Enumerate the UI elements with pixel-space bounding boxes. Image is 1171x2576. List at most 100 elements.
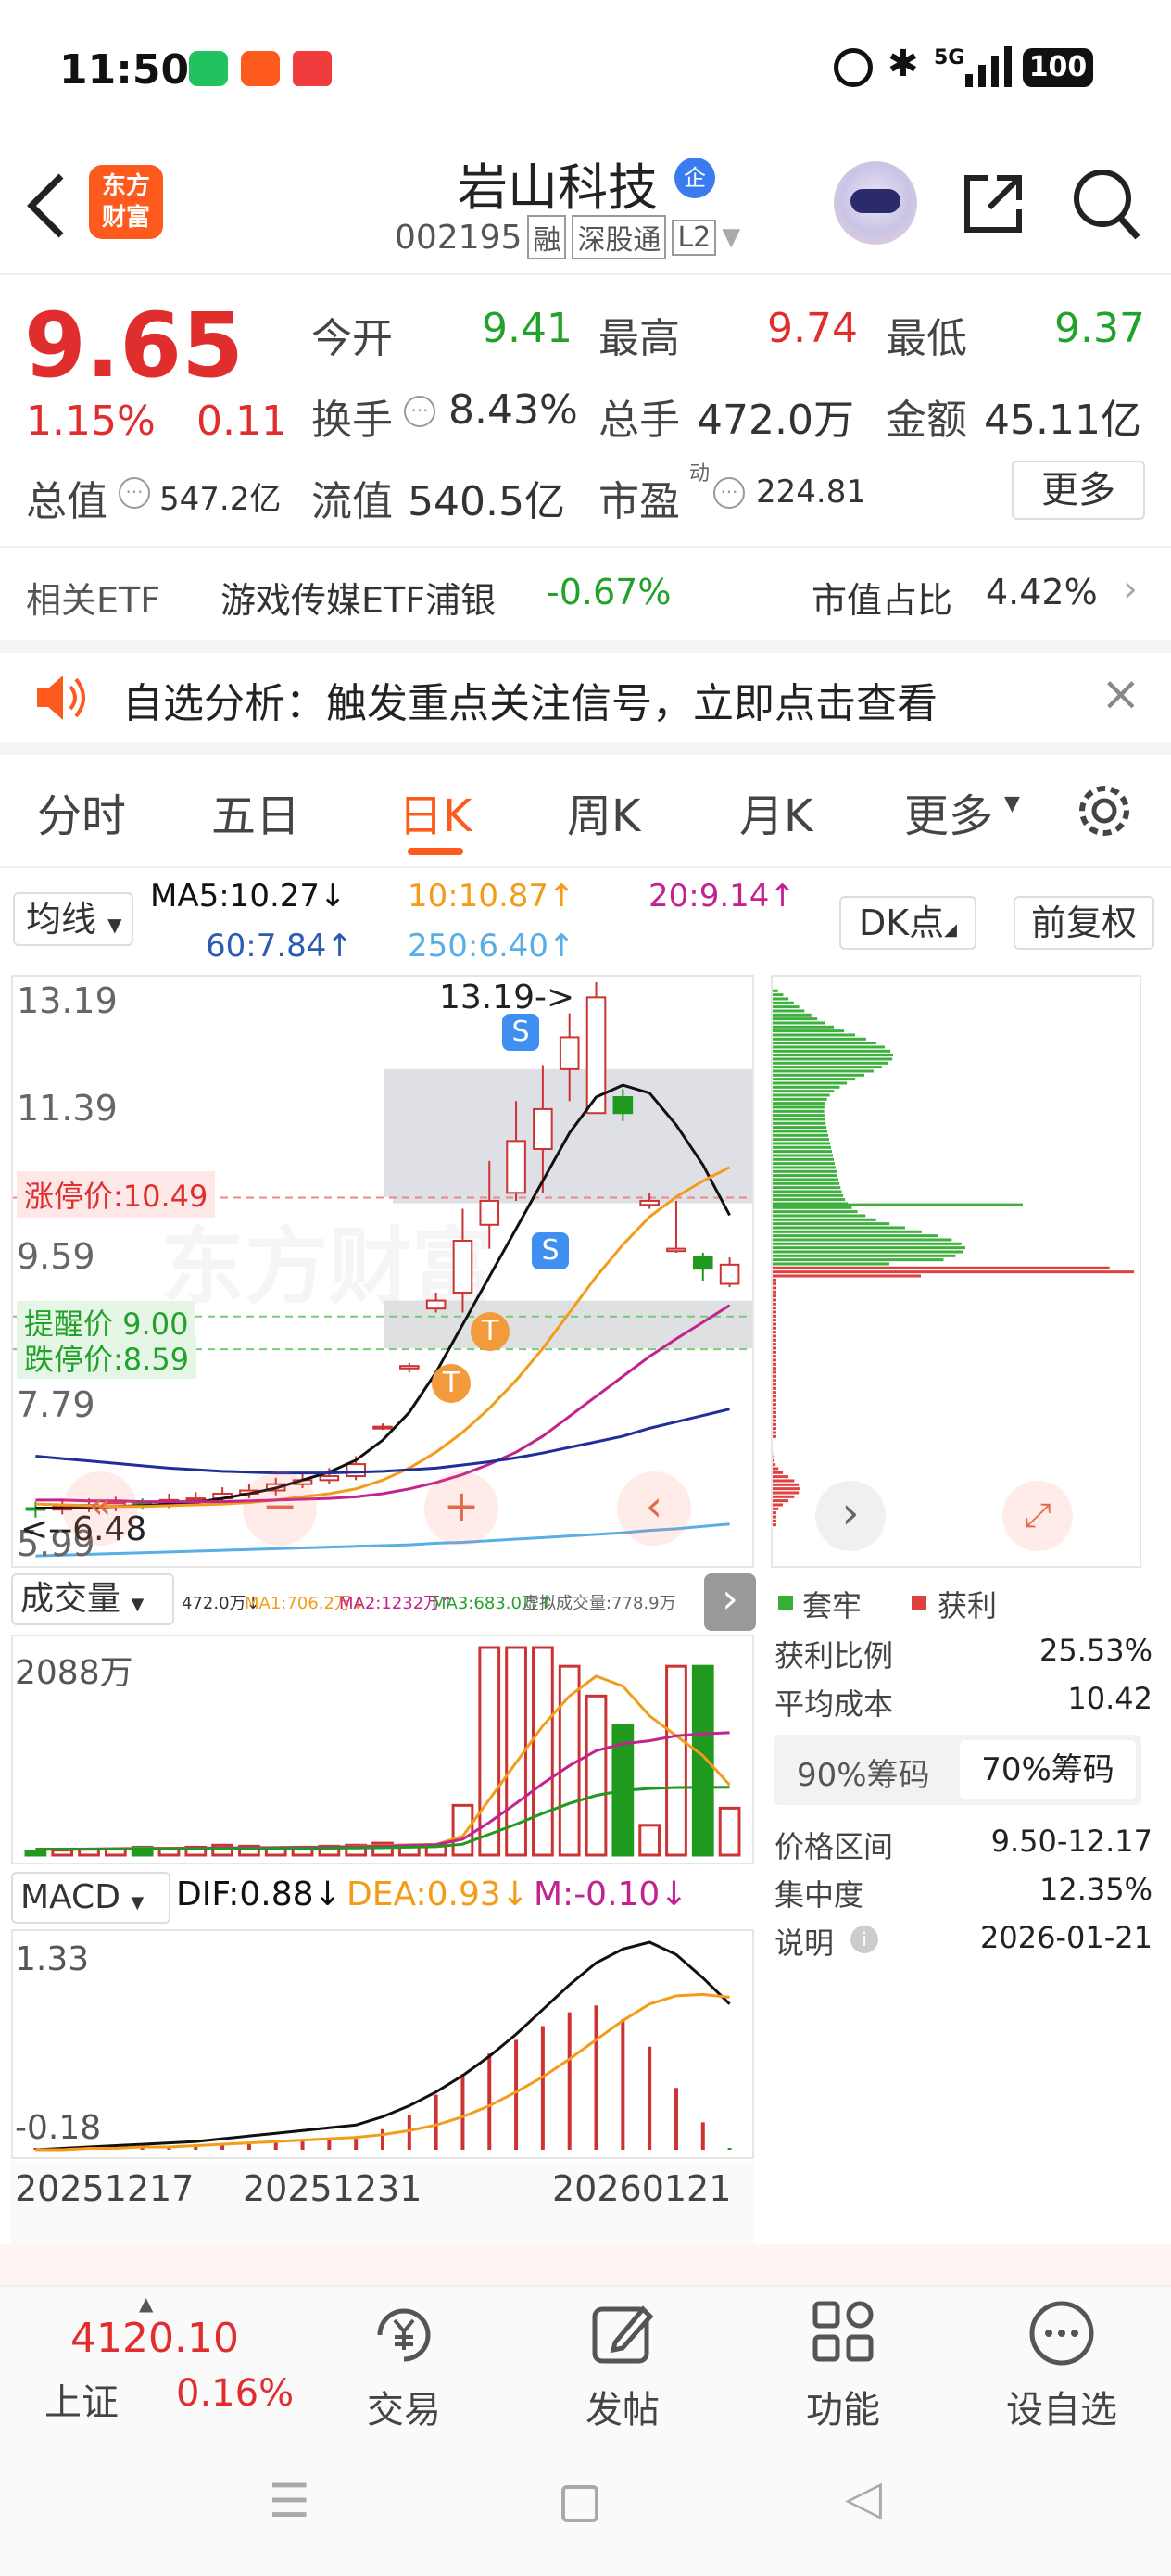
- macd-panel[interactable]: 1.33 -0.18: [11, 1929, 754, 2159]
- tab-monthly-k[interactable]: 月K: [739, 779, 812, 844]
- chip-bar-trap: [773, 1250, 963, 1254]
- chip-bar-trap: [773, 1078, 856, 1081]
- volume-bar: [478, 1646, 501, 1857]
- back-icon[interactable]: [22, 170, 69, 241]
- y-label-3: 9.59: [17, 1236, 95, 1277]
- chip-bar-trap: [773, 1169, 837, 1173]
- stock-header: 东方 财富 岩山科技 企 002195 融 深股通 L2 ▼: [0, 139, 1171, 273]
- chip-bar-profit: [773, 1310, 776, 1314]
- logo-text-bottom: 财富: [101, 204, 150, 232]
- stock-code-row: 002195 融 深股通 L2 ▼: [395, 215, 740, 259]
- tab-five-day[interactable]: 五日: [211, 779, 300, 844]
- chart-back-button[interactable]: «: [63, 1471, 137, 1546]
- nav-post[interactable]: 发帖: [548, 2287, 697, 2435]
- chip-range-toggle: 90%筹码 70%筹码: [774, 1735, 1141, 1805]
- scroll-left-button[interactable]: ‹: [617, 1471, 691, 1546]
- chip-bar-profit: [773, 1346, 776, 1350]
- chip-bar-profit: [773, 1483, 800, 1486]
- x-axis: 20251217 20251231 20260121: [11, 2161, 754, 2244]
- info-icon[interactable]: ···: [713, 477, 745, 509]
- chip-bar-profit: [773, 1270, 1134, 1274]
- chip-bar-profit: [773, 1431, 776, 1434]
- chip-bar-profit: [773, 1487, 800, 1491]
- related-etf-row[interactable]: 相关ETF 游戏传媒ETF浦银 -0.67% 市值占比 4.42% ›: [0, 548, 1171, 640]
- settings-gear-icon[interactable]: [1075, 781, 1134, 840]
- chip-bar-profit: [773, 1523, 776, 1527]
- kline-panel[interactable]: 东方财富 13.19 11.39 9.59 7.79 5.99 13.19-> …: [11, 975, 754, 1568]
- t-signal-badge[interactable]: T: [432, 1364, 471, 1403]
- share-icon[interactable]: [960, 170, 1026, 237]
- chip-bar-trap: [773, 1210, 858, 1214]
- close-icon[interactable]: ×: [1101, 666, 1141, 722]
- expand-icon[interactable]: ⤢: [1002, 1481, 1073, 1551]
- dk-point-button[interactable]: DK点◢: [839, 896, 976, 950]
- pe-value: 224.81: [756, 474, 866, 511]
- profit-legend: 获利: [938, 1588, 998, 1623]
- volume-selector-label: 成交量: [20, 1580, 121, 1618]
- zoom-in-button[interactable]: +: [424, 1471, 498, 1546]
- nav-function[interactable]: 功能: [769, 2287, 917, 2435]
- ma-selector[interactable]: 均线 ▼: [13, 892, 133, 946]
- chip-next-button[interactable]: ›: [815, 1481, 886, 1551]
- nav-trade[interactable]: 交易: [330, 2287, 478, 2435]
- chevron-right-icon[interactable]: ›: [1123, 568, 1138, 611]
- menu-icon[interactable]: ☰: [269, 2474, 310, 2528]
- trap-legend: 套牢: [802, 1588, 863, 1623]
- info-icon[interactable]: ···: [404, 396, 435, 427]
- info-icon[interactable]: ···: [119, 477, 150, 509]
- profit-ratio-label: 获利比例: [774, 1638, 894, 1673]
- back-triangle-icon[interactable]: ◁: [845, 2470, 882, 2526]
- dropdown-caret-icon[interactable]: ▼: [722, 223, 740, 251]
- dropdown-caret-icon: ▼: [1004, 792, 1020, 815]
- macd-selector[interactable]: MACD ▼: [11, 1872, 170, 1924]
- tab-intraday[interactable]: 分时: [37, 779, 126, 844]
- chip-bar-profit: [773, 1415, 776, 1419]
- zoom-out-button[interactable]: −: [243, 1471, 317, 1546]
- etf-name[interactable]: 游戏传媒ETF浦银: [220, 572, 496, 623]
- candle-body: [425, 1299, 447, 1310]
- tab-70-chips[interactable]: 70%筹码: [960, 1740, 1136, 1799]
- candle-body: [612, 1096, 634, 1115]
- tab-more[interactable]: 更多: [904, 779, 993, 844]
- more-button[interactable]: 更多: [1012, 461, 1145, 520]
- volume-bar: [451, 1803, 474, 1857]
- tab-daily-k[interactable]: 日K: [398, 779, 472, 844]
- search-icon[interactable]: [1071, 167, 1141, 241]
- index-quote[interactable]: ▲ 4120.10 上证 0.16%: [0, 2287, 315, 2435]
- sell-signal-badge[interactable]: S: [532, 1232, 569, 1269]
- volume-expand-button[interactable]: ›: [704, 1573, 756, 1631]
- volume-bar: [51, 1849, 74, 1857]
- notice-banner[interactable]: 自选分析：触发重点关注信号，立即点击查看 ×: [0, 653, 1171, 742]
- enterprise-badge: 企: [674, 158, 715, 198]
- tab-90-chips[interactable]: 90%筹码: [797, 1749, 930, 1795]
- volume-panel[interactable]: 2088万: [11, 1635, 754, 1864]
- chip-bar-trap: [773, 1017, 818, 1021]
- low-value: 9.37: [1054, 305, 1145, 352]
- system-nav-bar: ☰ ◁: [0, 2433, 1171, 2576]
- chip-bar-profit: [773, 1455, 774, 1458]
- info-circle-icon[interactable]: i: [850, 1926, 878, 1953]
- concentration-value: 12.35%: [1039, 1872, 1152, 1907]
- robot-assistant-icon[interactable]: [834, 161, 917, 245]
- candle-body: [319, 1475, 340, 1482]
- chip-bar-profit: [773, 1511, 776, 1515]
- sell-signal-badge[interactable]: S: [502, 1014, 539, 1051]
- chip-distribution-panel[interactable]: › ⤢: [771, 975, 1141, 1568]
- exchange-badge: 深股通: [572, 215, 667, 259]
- t-signal-badge[interactable]: T: [471, 1312, 510, 1351]
- avg-cost-label: 平均成本: [774, 1686, 894, 1722]
- nav-watchlist[interactable]: 设自选: [988, 2287, 1136, 2435]
- chip-bar-trap: [773, 1029, 845, 1033]
- home-icon[interactable]: [561, 2485, 598, 2522]
- note-date: 2026-01-21: [980, 1920, 1152, 1955]
- chip-bar-profit: [773, 1362, 776, 1366]
- signal-bars-icon: [965, 46, 1012, 87]
- chip-bar-trap: [773, 1126, 827, 1130]
- chip-bar-profit: [773, 1367, 776, 1370]
- adjust-button[interactable]: 前复权: [1014, 896, 1154, 950]
- chip-bar-profit: [773, 1334, 776, 1338]
- profit-legend-dot: [912, 1596, 926, 1610]
- float-value: 540.5亿: [408, 478, 565, 525]
- volume-selector[interactable]: 成交量 ▼: [11, 1573, 174, 1625]
- tab-weekly-k[interactable]: 周K: [567, 779, 640, 844]
